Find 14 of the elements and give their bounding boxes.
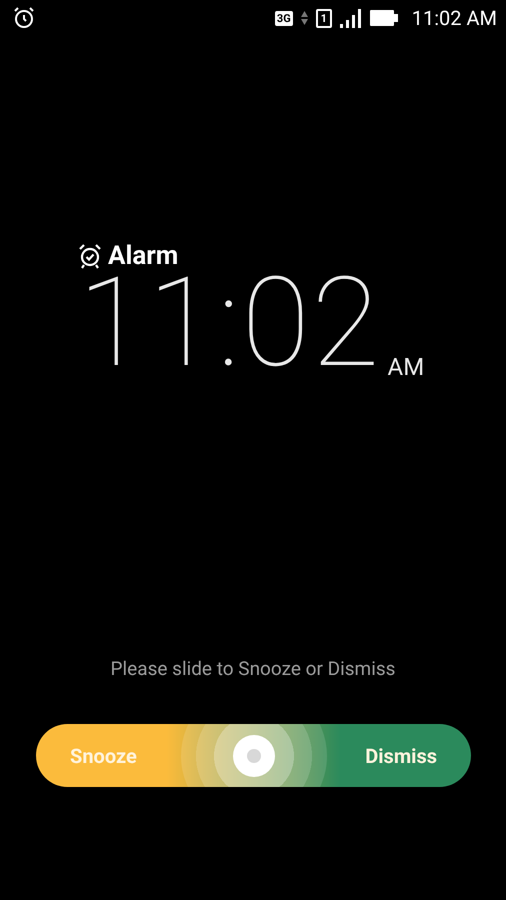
status-time: 11:02 AM [412, 6, 497, 30]
alarm-clock-icon [12, 6, 36, 30]
battery-icon [370, 10, 398, 26]
slider-thumb[interactable] [232, 734, 274, 776]
network-type-badge: 3G [274, 10, 293, 26]
snooze-label: Snooze [70, 744, 137, 768]
dismiss-label: Dismiss [365, 744, 437, 768]
data-arrows-icon [300, 10, 308, 26]
signal-icon [340, 8, 362, 28]
sim-card-icon: 1 [316, 8, 332, 28]
alarm-clock-icon [78, 243, 102, 269]
slide-hint: Please slide to Snooze or Dismiss [110, 657, 396, 680]
meridiem-label: AM [388, 353, 424, 381]
snooze-dismiss-slider[interactable]: Snooze Dismiss [36, 724, 471, 787]
